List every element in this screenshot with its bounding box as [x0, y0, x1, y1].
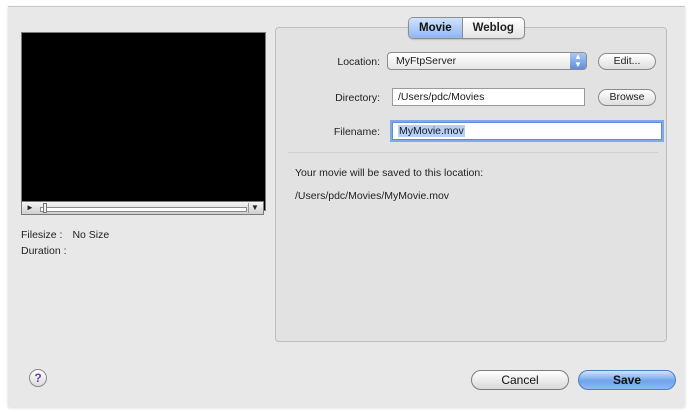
movie-controller: ► ▼	[21, 201, 264, 215]
save-path: /Users/pdc/Movies/MyMovie.mov	[295, 190, 450, 202]
timeline-track[interactable]	[40, 207, 247, 212]
filesize-value: No Size	[72, 229, 110, 241]
tab-panel	[275, 27, 667, 342]
location-value: MyFtpServer	[396, 55, 457, 67]
location-label: Location:	[337, 56, 380, 68]
tab-movie[interactable]: Movie	[409, 18, 463, 38]
playhead-handle[interactable]	[43, 203, 47, 213]
save-location-message: Your movie will be saved to this locatio…	[295, 167, 484, 179]
filename-field[interactable]: MyMovie.mov	[392, 122, 662, 140]
tab-bar: Movie Weblog	[408, 17, 525, 39]
divider	[288, 152, 658, 153]
duration-label: Duration :	[21, 245, 67, 257]
help-icon[interactable]: ?	[29, 369, 47, 387]
save-button[interactable]: Save	[578, 370, 676, 390]
location-popup[interactable]: MyFtpServer ▲ ▼	[387, 52, 587, 70]
directory-value: /Users/pdc/Movies	[398, 91, 485, 103]
tab-weblog[interactable]: Weblog	[463, 18, 524, 38]
directory-field[interactable]: /Users/pdc/Movies	[392, 88, 585, 106]
play-icon[interactable]: ►	[24, 203, 36, 213]
updown-arrows-icon: ▲ ▼	[570, 53, 586, 69]
duration-row: Duration :	[21, 245, 67, 257]
filesize-label: Filesize :	[21, 229, 63, 241]
cancel-button[interactable]: Cancel	[471, 370, 569, 390]
filename-value: MyMovie.mov	[398, 125, 465, 137]
filesize-row: Filesize : No Size	[21, 229, 109, 241]
directory-label: Directory:	[335, 92, 380, 104]
browse-button[interactable]: Browse	[598, 89, 656, 106]
edit-button[interactable]: Edit...	[598, 53, 656, 70]
chevron-down-icon[interactable]: ▼	[248, 203, 261, 213]
filename-label: Filename:	[333, 126, 380, 138]
movie-preview	[21, 32, 266, 211]
